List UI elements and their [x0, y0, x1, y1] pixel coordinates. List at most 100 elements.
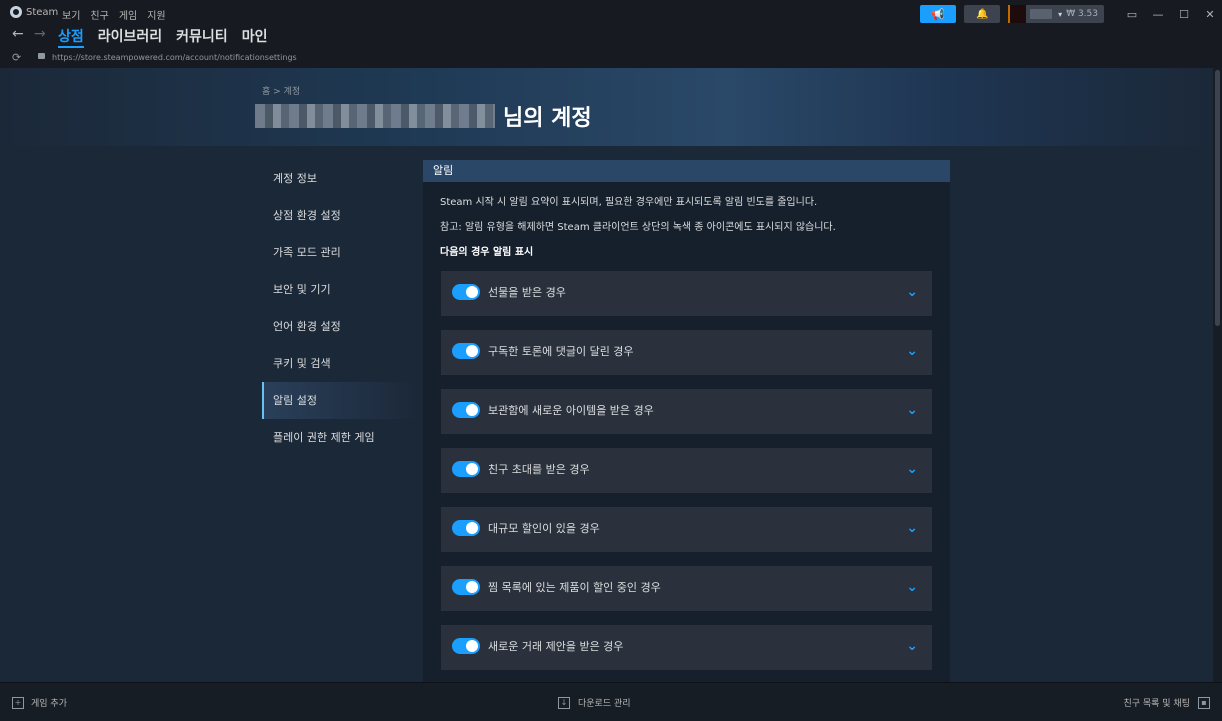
page-title-suffix: 님의 계정 [503, 106, 592, 131]
expand-chevron-icon[interactable]: ⌄ [906, 520, 918, 536]
plus-icon: + [12, 696, 24, 709]
scrollbar-thumb[interactable] [1215, 70, 1220, 326]
main-tabs: 상점 라이브러리 커뮤니티 마인 [58, 26, 267, 48]
account-menu[interactable]: ▾ ₩ 3.53 [1008, 5, 1104, 23]
megaphone-icon: 📢 [931, 7, 946, 21]
expand-chevron-icon[interactable]: ⌄ [906, 461, 918, 477]
avatar [1008, 5, 1027, 23]
notification-label: 보관함에 새로운 아이템을 받은 경우 [488, 404, 654, 417]
downloads-label: 다운로드 관리 [578, 699, 631, 709]
notification-row-discussion: 구독한 토론에 댓글이 달린 경우 ⌄ [441, 330, 932, 375]
toggle-knob [466, 640, 478, 652]
notification-row-major-sale: 대규모 할인이 있을 경우 ⌄ [441, 507, 932, 552]
menu-games[interactable]: 게임 [119, 7, 137, 22]
notification-label: 대규모 할인이 있을 경우 [488, 522, 600, 535]
steam-logo-icon [10, 6, 22, 18]
toggle-switch[interactable] [452, 579, 480, 595]
notifications-button[interactable]: 🔔 [964, 5, 1001, 23]
lock-icon [38, 53, 45, 59]
toggle-switch[interactable] [452, 461, 480, 477]
notification-label: 찜 목록에 있는 제품이 할인 중인 경우 [488, 581, 661, 594]
notification-label: 선물을 받은 경우 [488, 286, 566, 299]
friends-label: 친구 목록 및 채팅 [1123, 699, 1190, 709]
notification-list: 선물을 받은 경우 ⌄ 구독한 토론에 댓글이 달린 경우 ⌄ 보관함에 새로운… [441, 271, 932, 682]
page-content: 홈 > 계정 님의 계정 계정 정보 상점 환경 설정 가족 모드 관리 보안 … [0, 68, 1213, 682]
toggle-switch[interactable] [452, 520, 480, 536]
expand-chevron-icon[interactable]: ⌄ [906, 284, 918, 300]
toggle-switch[interactable] [452, 343, 480, 359]
menu-friends[interactable]: 친구 [90, 7, 108, 22]
account-name-blurred [255, 104, 495, 128]
toggle-switch[interactable] [452, 402, 480, 418]
toggle-switch[interactable] [452, 284, 480, 300]
toggle-switch[interactable] [452, 638, 480, 654]
close-button[interactable]: ✕ [1198, 5, 1222, 23]
back-arrow-icon[interactable]: ← [12, 26, 24, 42]
panel-title: 알림 [423, 160, 950, 182]
title-bar: Steam 보기 친구 게임 지원 📢 🔔 ▾ ₩ 3.53 ▭ — ☐ ✕ [0, 0, 1222, 26]
toggle-knob [466, 286, 478, 298]
minimize-button[interactable]: — [1146, 5, 1170, 23]
url-bar: ⟳ https://store.steampowered.com/account… [0, 48, 1222, 68]
menu-view[interactable]: 보기 [62, 7, 80, 22]
sidebar-item-restricted-games[interactable]: 플레이 권한 제한 게임 [262, 419, 417, 456]
toggle-knob [466, 463, 478, 475]
chat-icon: ▪ [1198, 696, 1210, 709]
sidebar-item-cookies[interactable]: 쿠키 및 검색 [262, 345, 417, 382]
expand-chevron-icon[interactable]: ⌄ [906, 579, 918, 595]
account-sidebar: 계정 정보 상점 환경 설정 가족 모드 관리 보안 및 기기 언어 환경 설정… [262, 160, 417, 456]
maximize-icon: ☐ [1179, 7, 1189, 21]
notification-row-trade-offer: 새로운 거래 제안을 받은 경우 ⌄ [441, 625, 932, 670]
notifications-panel: 알림 Steam 시작 시 알림 요약이 표시되며, 필요한 경우에만 표시되도… [423, 160, 950, 682]
notification-label: 구독한 토론에 댓글이 달린 경우 [488, 345, 634, 358]
tab-library[interactable]: 라이브러리 [98, 26, 162, 48]
expand-chevron-icon[interactable]: ⌄ [906, 638, 918, 654]
announcements-button[interactable]: 📢 [920, 5, 957, 23]
panel-description: Steam 시작 시 알림 요약이 표시되며, 필요한 경우에만 표시되도록 알… [440, 197, 818, 208]
bell-icon: 🔔 [975, 8, 989, 20]
sidebar-item-language[interactable]: 언어 환경 설정 [262, 308, 417, 345]
toggle-knob [466, 404, 478, 416]
panel-subheading: 다음의 경우 알림 표시 [440, 247, 534, 258]
sidebar-item-account-info[interactable]: 계정 정보 [262, 160, 417, 197]
refresh-icon[interactable]: ⟳ [12, 51, 21, 64]
breadcrumb[interactable]: 홈 > 계정 [262, 84, 300, 97]
sidebar-item-notifications[interactable]: 알림 설정 [262, 382, 417, 419]
downloads-button[interactable]: ↓ 다운로드 관리 [558, 696, 631, 709]
titlebar-controls: 📢 🔔 ▾ ₩ 3.53 ▭ — ☐ ✕ [920, 4, 1222, 24]
tab-community[interactable]: 커뮤니티 [176, 26, 228, 48]
page-scrollbar[interactable] [1213, 68, 1222, 682]
toggle-knob [466, 345, 478, 357]
sidebar-item-security-devices[interactable]: 보안 및 기기 [262, 271, 417, 308]
notification-row-friend-invite: 친구 초대를 받은 경우 ⌄ [441, 448, 932, 493]
download-icon: ↓ [558, 696, 570, 709]
tab-profile[interactable]: 마인 [242, 26, 268, 48]
steam-menu[interactable]: Steam [10, 6, 58, 18]
expand-chevron-icon[interactable]: ⌄ [906, 343, 918, 359]
url-text[interactable]: https://store.steampowered.com/account/n… [52, 53, 297, 62]
sidebar-item-family-view[interactable]: 가족 모드 관리 [262, 234, 417, 271]
toggle-knob [466, 581, 478, 593]
maximize-button[interactable]: ☐ [1172, 5, 1196, 23]
panel-note: 참고: 알림 유형을 해제하면 Steam 클라이언트 상단의 녹색 종 아이콘… [440, 222, 836, 233]
chevron-down-icon: ▾ [1058, 9, 1063, 19]
close-icon: ✕ [1205, 7, 1215, 21]
notification-row-inventory: 보관함에 새로운 아이템을 받은 경우 ⌄ [441, 389, 932, 434]
page-title: 님의 계정 [255, 100, 592, 132]
forward-arrow-icon[interactable]: → [34, 26, 46, 42]
minimize-icon: — [1152, 7, 1164, 21]
username-blurred [1030, 9, 1053, 19]
account-header [0, 68, 1213, 146]
friends-chat-button[interactable]: 친구 목록 및 채팅 ▪ [1123, 696, 1210, 709]
nav-bar: ← → 상점 라이브러리 커뮤니티 마인 [0, 26, 1222, 48]
add-game-button[interactable]: + 게임 추가 [12, 696, 67, 709]
notification-row-wishlist-sale: 찜 목록에 있는 제품이 할인 중인 경우 ⌄ [441, 566, 932, 611]
expand-chevron-icon[interactable]: ⌄ [906, 402, 918, 418]
tab-store[interactable]: 상점 [58, 26, 84, 48]
notification-label: 친구 초대를 받은 경우 [488, 463, 590, 476]
bottom-bar: + 게임 추가 ↓ 다운로드 관리 친구 목록 및 채팅 ▪ [0, 682, 1222, 721]
menu-help[interactable]: 지원 [147, 7, 165, 22]
big-picture-button[interactable]: ▭ [1120, 5, 1144, 23]
notification-row-gift: 선물을 받은 경우 ⌄ [441, 271, 932, 316]
sidebar-item-store-preferences[interactable]: 상점 환경 설정 [262, 197, 417, 234]
